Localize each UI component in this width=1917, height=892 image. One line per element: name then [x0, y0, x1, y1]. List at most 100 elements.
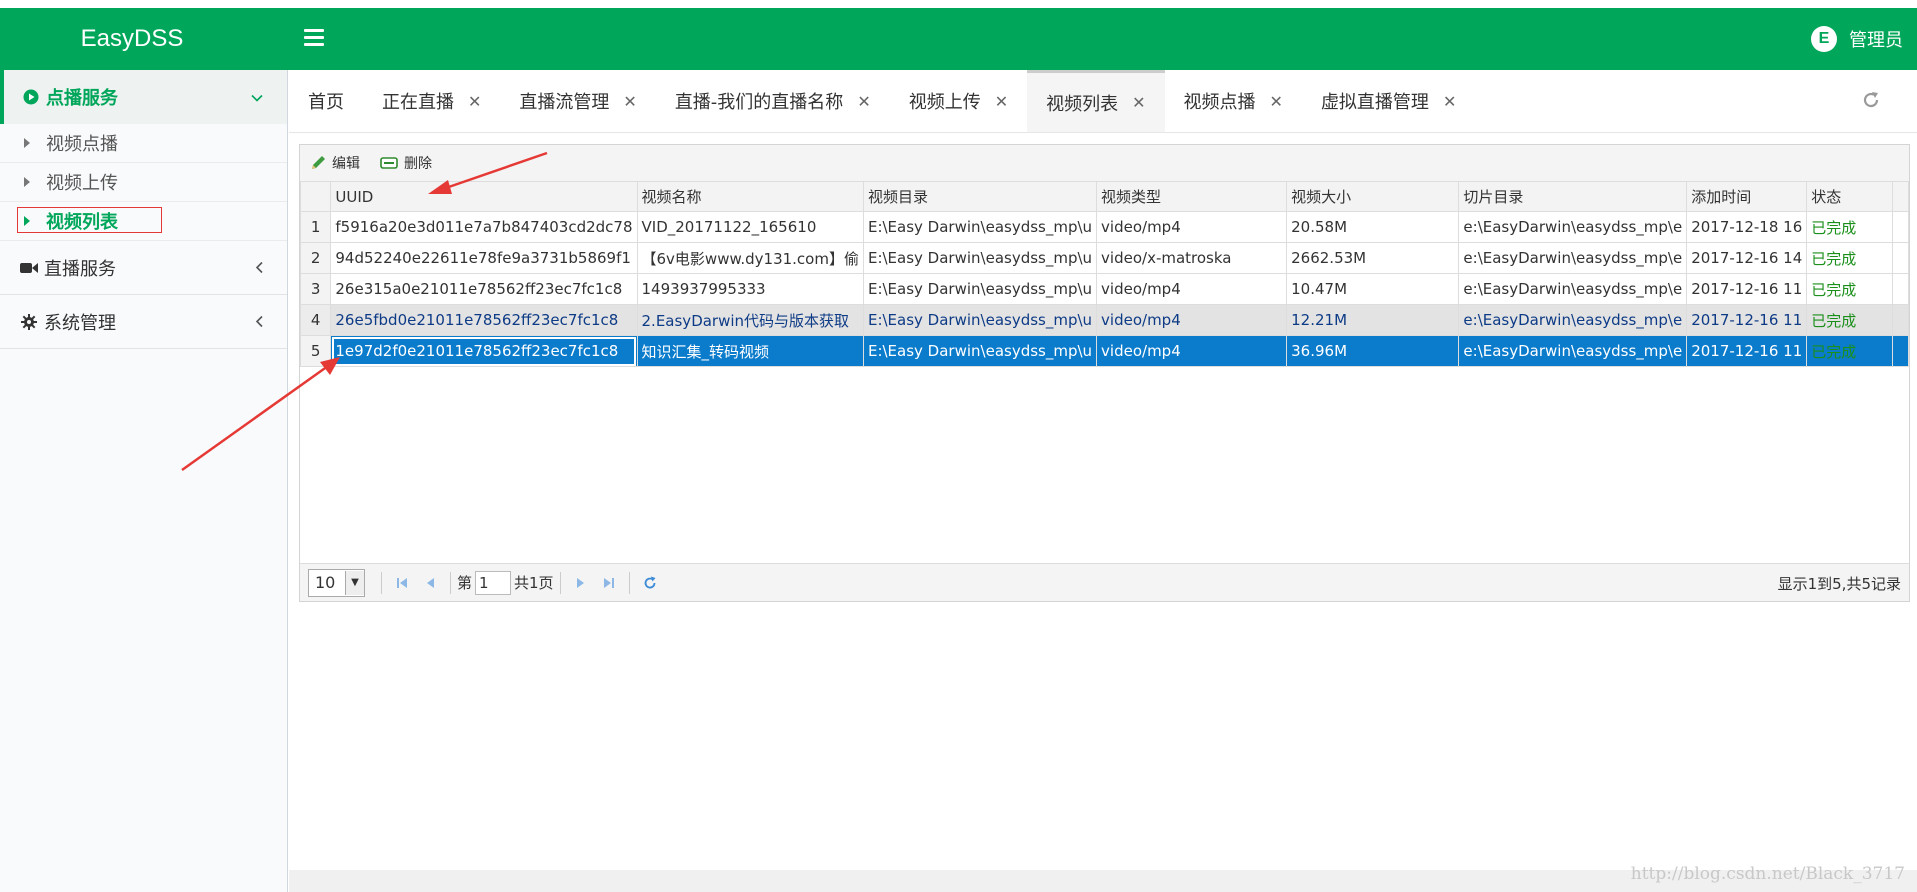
cell-size[interactable]: 10.47M [1286, 273, 1460, 305]
sidebar-item-video-upload[interactable]: 视频上传 [0, 163, 287, 202]
sidebar-section-vod[interactable]: 点播服务 [0, 70, 287, 124]
cell-time[interactable]: 2017-12-16 11 [1686, 335, 1808, 367]
cell-uuid[interactable]: f5916a20e3d011e7a7b847403cd2dc78 [330, 211, 638, 243]
cell-type[interactable]: video/x-matroska [1096, 242, 1288, 274]
cell-dir[interactable]: E:\Easy Darwin\easydss_mp\u [862, 211, 1098, 243]
sidebar-item-label: 视频上传 [46, 173, 118, 194]
menu-toggle-icon[interactable] [304, 29, 324, 49]
table-row-selected[interactable]: 5 1e97d2f0e21011e78562ff23ec7fc1c8 知识汇集_… [299, 335, 1909, 367]
column-header[interactable]: 添加时间 [1686, 181, 1808, 212]
table-row[interactable]: 1 f5916a20e3d011e7a7b847403cd2dc78 VID_2… [299, 211, 1909, 243]
refresh-icon[interactable] [1861, 90, 1881, 116]
tab-virtual-live[interactable]: 虚拟直播管理 ✕ [1302, 70, 1475, 132]
cell-name[interactable]: 2.EasyDarwin代码与版本获取 [636, 304, 864, 336]
pager-divider [628, 571, 630, 594]
cell-uuid[interactable]: 26e5fbd0e21011e78562ff23ec7fc1c8 [330, 304, 638, 336]
cell-slice-dir[interactable]: e:\EasyDarwin\easydss_mp\e [1458, 242, 1688, 274]
page-number-input[interactable]: 1 [475, 570, 512, 595]
tab-live-now[interactable]: 正在直播 ✕ [363, 70, 500, 132]
cell-uuid[interactable]: 94d52240e22611e78fe9a3731b5869f1 [330, 242, 638, 274]
cell-time[interactable]: 2017-12-18 16 [1686, 211, 1808, 243]
cell-dir[interactable]: E:\Easy Darwin\easydss_mp\u [862, 242, 1098, 274]
column-header[interactable]: UUID [330, 181, 638, 212]
sidebar-item-video-list[interactable]: 视频列表 [0, 202, 287, 241]
cell-status[interactable]: 已完成 [1806, 304, 1893, 336]
sidebar-section-live[interactable]: 直播服务 [0, 241, 287, 295]
cell-dir[interactable]: E:\Easy Darwin\easydss_mp\u [862, 335, 1098, 367]
column-header[interactable]: 视频名称 [636, 181, 864, 212]
cell-uuid[interactable]: 26e315a0e21011e78562ff23ec7fc1c8 [330, 273, 638, 305]
close-icon[interactable]: ✕ [1270, 92, 1283, 111]
cell-name[interactable]: VID_20171122_165610 [636, 211, 864, 243]
cell-size[interactable]: 20.58M [1286, 211, 1460, 243]
table-row[interactable]: 4 26e5fbd0e21011e78562ff23ec7fc1c8 2.Eas… [299, 304, 1909, 336]
edit-button[interactable]: 编辑 [310, 153, 360, 173]
cell-uuid-editing[interactable]: 1e97d2f0e21011e78562ff23ec7fc1c8 [330, 335, 638, 367]
cell-time[interactable]: 2017-12-16 11 [1686, 273, 1808, 305]
cell-status[interactable]: 已完成 [1806, 211, 1893, 243]
cell-time[interactable]: 2017-12-16 14 [1686, 242, 1808, 274]
cell-slice-dir[interactable]: e:\EasyDarwin\easydss_mp\e [1458, 273, 1688, 305]
cell-status[interactable]: 已完成 [1806, 335, 1893, 367]
cell-name[interactable]: 1493937995333 [636, 273, 864, 305]
close-icon[interactable]: ✕ [623, 92, 636, 111]
first-page-icon[interactable] [391, 571, 413, 595]
delete-button[interactable]: 删除 [380, 153, 432, 173]
tab-home[interactable]: 首页 [289, 70, 363, 132]
column-header[interactable]: 切片目录 [1458, 181, 1688, 212]
cell-status[interactable]: 已完成 [1806, 273, 1893, 305]
chevron-down-icon[interactable]: ▼ [345, 570, 364, 595]
page-size-select[interactable]: 10 ▼ [308, 568, 365, 597]
column-header[interactable]: 视频大小 [1286, 181, 1460, 212]
cell-slice-dir[interactable]: e:\EasyDarwin\easydss_mp\e [1458, 211, 1688, 243]
cell-time[interactable]: 2017-12-16 11 [1686, 304, 1808, 336]
cell-name[interactable]: 知识汇集_转码视频 [636, 335, 864, 367]
cell-type[interactable]: video/mp4 [1096, 335, 1288, 367]
table-row[interactable]: 2 94d52240e22611e78fe9a3731b5869f1 【6v电影… [299, 242, 1909, 274]
gear-icon [20, 313, 38, 331]
video-table: UUID 视频名称 视频目录 视频类型 视频大小 切片目录 添加时间 状态 1 … [299, 181, 1909, 367]
cell-status[interactable]: 已完成 [1806, 242, 1893, 274]
tab-vod[interactable]: 视频点播 ✕ [1165, 70, 1302, 132]
cell-size[interactable]: 36.96M [1286, 335, 1460, 367]
sidebar-item-vod-play[interactable]: 视频点播 [0, 124, 287, 163]
pagination-bar: 10 ▼ 第 1 共1页 显示1到5,共5记录 [300, 563, 1909, 601]
tab-stream-manage[interactable]: 直播流管理 ✕ [500, 70, 655, 132]
cell-type[interactable]: video/mp4 [1096, 273, 1288, 305]
close-icon[interactable]: ✕ [995, 92, 1008, 111]
next-page-icon[interactable] [570, 571, 592, 595]
cell-slice-dir[interactable]: e:\EasyDarwin\easydss_mp\e [1458, 304, 1688, 336]
brand-logo[interactable]: EasyDSS [0, 8, 288, 70]
cell-slice-dir[interactable]: e:\EasyDarwin\easydss_mp\e [1458, 335, 1688, 367]
cell-size[interactable]: 2662.53M [1286, 242, 1460, 274]
table-header-row: UUID 视频名称 视频目录 视频类型 视频大小 切片目录 添加时间 状态 [299, 181, 1909, 212]
close-icon[interactable]: ✕ [857, 92, 870, 111]
cell-dir[interactable]: E:\Easy Darwin\easydss_mp\u [862, 273, 1098, 305]
table-row[interactable]: 3 26e315a0e21011e78562ff23ec7fc1c8 14939… [299, 273, 1909, 305]
cell-name[interactable]: 【6v电影www.dy131.com】偷 [636, 242, 864, 274]
column-header[interactable]: 视频目录 [862, 181, 1098, 212]
close-icon[interactable]: ✕ [1132, 93, 1145, 112]
tab-video-list[interactable]: 视频列表 ✕ [1027, 70, 1165, 132]
cell-type[interactable]: video/mp4 [1096, 211, 1288, 243]
tab-live-channel[interactable]: 直播-我们的直播名称 ✕ [656, 70, 890, 132]
edit-label: 编辑 [332, 156, 360, 172]
reload-icon[interactable] [639, 571, 661, 595]
tab-video-upload[interactable]: 视频上传 ✕ [890, 70, 1027, 132]
sidebar: 点播服务 视频点播 视频上传 视频列表 直播服务 系统管理 [0, 70, 288, 892]
prev-page-icon[interactable] [419, 571, 441, 595]
column-header[interactable]: 视频类型 [1096, 181, 1288, 212]
close-icon[interactable]: ✕ [468, 92, 481, 111]
video-grid: UUID 视频名称 视频目录 视频类型 视频大小 切片目录 添加时间 状态 1 … [299, 181, 1909, 367]
sidebar-section-system[interactable]: 系统管理 [0, 295, 287, 349]
tab-label: 视频列表 [1046, 93, 1119, 115]
cell-size[interactable]: 12.21M [1286, 304, 1460, 336]
cell-type[interactable]: video/mp4 [1096, 304, 1288, 336]
last-page-icon[interactable] [598, 571, 620, 595]
cell-dir[interactable]: E:\Easy Darwin\easydss_mp\u [862, 304, 1098, 336]
close-icon[interactable]: ✕ [1443, 92, 1456, 111]
page-prefix-label: 第 [457, 574, 473, 592]
pager-divider [450, 571, 451, 594]
user-menu[interactable]: E 管理员 [1811, 8, 1903, 70]
column-header[interactable]: 状态 [1806, 181, 1893, 212]
